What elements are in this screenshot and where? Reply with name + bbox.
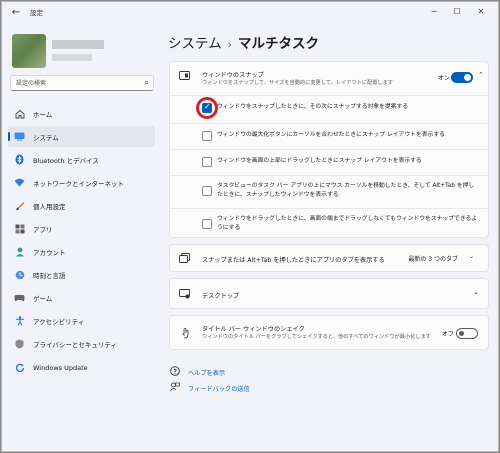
sidebar-item-time-language[interactable]: 時刻と言語: [8, 265, 155, 286]
snap-option-row[interactable]: ウィンドウの最大化ボタンにカーソルを合わせたときにスナップ レイアウトを表示する: [170, 123, 488, 147]
sidebar-nav: ホーム システム Bluetooth とデバイス ネットワークとインターネット …: [8, 103, 155, 380]
chevron-up-icon[interactable]: ⌃: [478, 71, 484, 79]
snap-option-text: ウィンドウの最大化ボタンにカーソルを合わせたときにスナップ レイアウトを表示する: [217, 132, 445, 138]
snap-option-row[interactable]: タスクビューのタスク バー アプリの上にマウス カーソルを移動したとき、そして …: [170, 175, 488, 207]
windows-update-icon: [14, 362, 25, 373]
feedback-icon: [170, 382, 182, 394]
help-icon: [170, 366, 182, 378]
snap-option-row[interactable]: ウィンドウを画面の上部にドラッグしたときにスナップ レイアウトを表示する: [170, 149, 488, 173]
sidebar-item-label: 個人用設定: [33, 202, 66, 211]
tabs-icon: [179, 253, 190, 264]
alt-tab-title: スナップまたは Alt+Tab を押したときにアプリのタブを表示する: [202, 257, 385, 264]
close-button[interactable]: ✕: [472, 4, 490, 20]
sidebar-item-label: 時刻と言語: [33, 272, 66, 281]
snap-subtitle: ウィンドウをスナップして、サイズを自動的に変更して、レイアウトに配置します: [202, 80, 393, 86]
sidebar-item-bluetooth[interactable]: Bluetooth とデバイス: [8, 149, 155, 170]
chevron-down-icon[interactable]: ⌄: [469, 253, 474, 260]
title-bar: ← 設定 ─ ☐ ✕: [2, 2, 498, 24]
home-icon: [14, 108, 25, 119]
system-icon: [14, 131, 25, 142]
sidebar-item-windows-update[interactable]: Windows Update: [8, 357, 155, 378]
avatar[interactable]: [12, 34, 46, 68]
search-icon[interactable]: ⌕: [145, 78, 149, 88]
chevron-down-icon[interactable]: ⌄: [473, 288, 479, 296]
snap-option-text: ウィンドウを画面の上部にドラッグしたときにスナップ レイアウトを表示する: [217, 158, 422, 164]
snap-option-checkbox[interactable]: [202, 219, 212, 229]
sidebar-item-network[interactable]: ネットワークとインターネット: [8, 172, 155, 193]
minimize-button[interactable]: ─: [425, 4, 443, 20]
sidebar-item-accessibility[interactable]: アクセシビリティ: [8, 311, 155, 332]
sidebar-item-personalization[interactable]: 個人用設定: [8, 195, 155, 216]
sidebar-item-home[interactable]: ホーム: [8, 103, 155, 124]
snap-option-text: タスクビューのタスク バー アプリの上にマウス カーソルを移動したとき、そして …: [217, 183, 475, 198]
gaming-icon: [14, 293, 25, 304]
snap-option-row[interactable]: ウィンドウをスナップしたときに、その次にスナップする対象を提案する: [170, 95, 488, 119]
shake-title: タイトル バー ウィンドウのシェイク: [202, 326, 305, 333]
snap-option-text: ウィンドウをスナップしたときに、その次にスナップする対象を提案する: [217, 104, 409, 110]
page-title: マルチタスク: [238, 36, 320, 52]
alt-tab-dropdown[interactable]: 最新の 3 つのタブ: [408, 254, 458, 263]
sidebar-item-system[interactable]: システム: [8, 126, 155, 148]
sidebar-item-label: Windows Update: [33, 363, 88, 372]
feedback-link-label[interactable]: フィードバックの送信: [188, 384, 250, 393]
privacy-icon: [14, 339, 25, 350]
bluetooth-icon: [14, 154, 25, 165]
snap-option-checkbox[interactable]: [202, 131, 212, 141]
snap-toggle[interactable]: [451, 72, 473, 83]
user-email-blurred: [52, 54, 92, 61]
user-name-blurred: [52, 40, 104, 49]
settings-window: ← 設定 ─ ☐ ✕ ⌕ ホーム システム Bluetooth とデバイ: [1, 1, 499, 452]
sidebar-item-label: Bluetooth とデバイス: [33, 156, 99, 165]
sidebar-item-gaming[interactable]: ゲーム: [8, 288, 155, 309]
breadcrumb: システム › マルチタスク: [168, 32, 319, 52]
sidebar-item-privacy[interactable]: プライバシーとセキュリティ: [8, 334, 155, 355]
title-bar-shake-card: タイトル バー ウィンドウのシェイク ウィンドウのタイトル バーをグラブしてシェ…: [169, 315, 489, 350]
snap-toggle-label: オン: [437, 75, 450, 82]
snap-option-checkbox[interactable]: [202, 157, 212, 167]
accessibility-icon: [14, 316, 25, 327]
search-box[interactable]: ⌕: [10, 75, 154, 91]
snap-window-icon: [179, 71, 190, 82]
help-link[interactable]: ヘルプを表示: [170, 366, 225, 378]
snap-option-text: ウィンドウをドラッグしたときに、画面の端までドラッグしなくてもウィンドウをスナッ…: [217, 216, 478, 231]
personalization-icon: [14, 200, 25, 211]
desktops-card[interactable]: デスクトップ ⌄: [169, 278, 489, 309]
sidebar-item-label: ネットワークとインターネット: [33, 179, 124, 188]
desktop-icon: [179, 289, 190, 300]
help-link-label[interactable]: ヘルプを表示: [188, 368, 225, 377]
desktops-title: デスクトップ: [202, 293, 240, 300]
time-language-icon: [14, 270, 25, 281]
sidebar-item-label: ホーム: [33, 110, 53, 119]
shake-toggle[interactable]: [456, 328, 478, 339]
shake-toggle-label: オフ: [441, 331, 454, 338]
snap-option-checkbox[interactable]: [202, 186, 212, 196]
breadcrumb-separator: ›: [227, 38, 233, 51]
sidebar-item-label: アクセシビリティ: [33, 318, 85, 327]
feedback-link[interactable]: フィードバックの送信: [170, 382, 250, 394]
maximize-button[interactable]: ☐: [448, 4, 466, 20]
sidebar-item-accounts[interactable]: アカウント: [8, 242, 155, 263]
alt-tab-card: スナップまたは Alt+Tab を押したときにアプリのタブを表示する 最新の 3…: [169, 244, 489, 272]
snap-option-row[interactable]: ウィンドウをドラッグしたときに、画面の端までドラッグしなくてもウィンドウをスナッ…: [170, 208, 488, 238]
back-arrow-icon[interactable]: ←: [8, 5, 24, 21]
network-icon: [14, 177, 25, 188]
sidebar-item-label: プライバシーとセキュリティ: [33, 341, 117, 350]
app-title: 設定: [30, 9, 43, 17]
snap-title: ウィンドウのスナップ: [202, 72, 264, 79]
sidebar-item-label: アカウント: [33, 249, 66, 258]
breadcrumb-parent[interactable]: システム: [168, 36, 222, 52]
apps-icon: [14, 223, 25, 234]
sidebar-item-label: システム: [33, 133, 59, 142]
sidebar-item-label: ゲーム: [33, 295, 53, 304]
sidebar-item-label: アプリ: [33, 225, 53, 234]
search-input[interactable]: [16, 78, 136, 89]
sidebar-item-apps[interactable]: アプリ: [8, 218, 155, 239]
snap-windows-card: ウィンドウのスナップ ウィンドウをスナップして、サイズを自動的に変更して、レイア…: [169, 61, 489, 238]
snap-option-checkbox[interactable]: [202, 102, 212, 113]
account-icon: [14, 247, 25, 258]
shake-subtitle: ウィンドウのタイトル バーをグラブしてシェイクすると、他のすべてのウィンドウが最…: [202, 334, 431, 340]
shake-icon: [179, 328, 190, 339]
